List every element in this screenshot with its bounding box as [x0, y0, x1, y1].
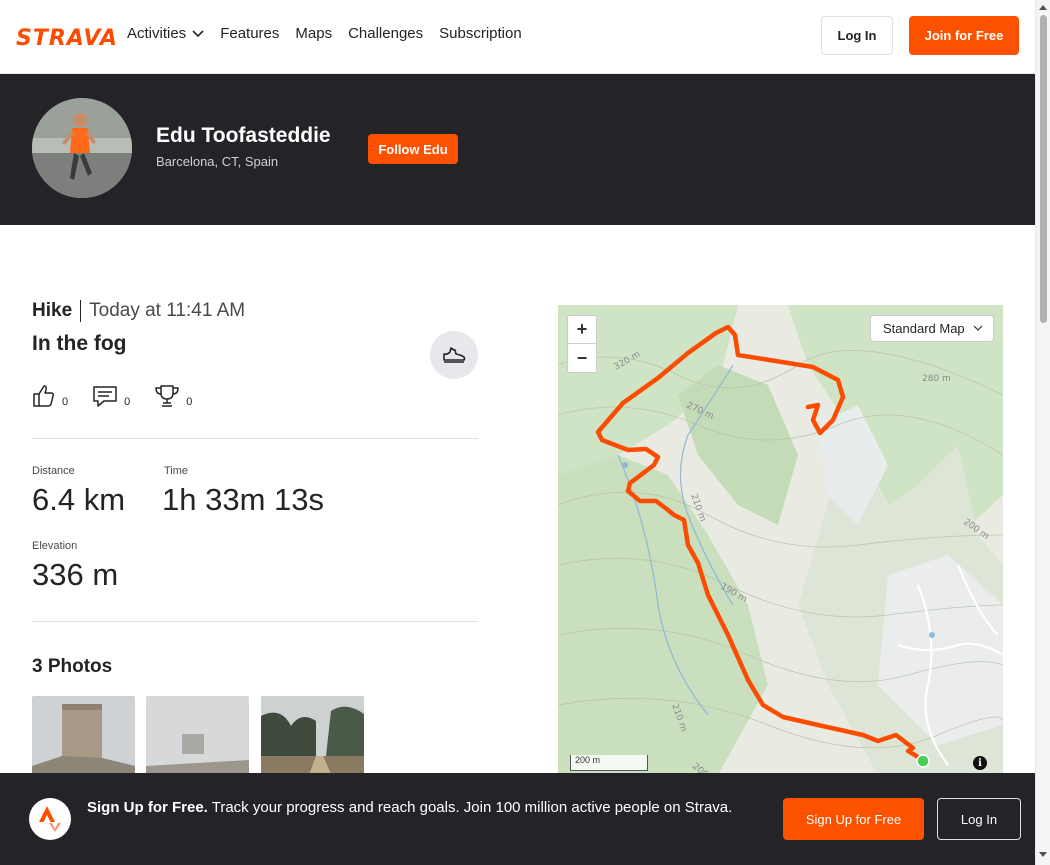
comments-action[interactable]: 0: [92, 384, 130, 408]
time-value: 1h 33m 13s: [162, 482, 324, 517]
scroll-up-arrow-icon[interactable]: [1039, 5, 1047, 10]
nav-links: Activities Features Maps Challenges Subs…: [127, 25, 522, 42]
follow-button[interactable]: Follow Edu: [368, 134, 458, 164]
athlete-name[interactable]: Edu Toofasteddie: [156, 124, 331, 148]
map-canvas: 320 m 270 m 280 m 210 m 190 m 210 m 200 …: [558, 305, 1003, 775]
map-style-select[interactable]: Standard Map: [870, 315, 994, 342]
signup-login-button[interactable]: Log In: [937, 798, 1021, 840]
join-button[interactable]: Join for Free: [909, 16, 1019, 55]
chevron-down-icon: [973, 325, 983, 331]
comment-icon: [93, 386, 117, 407]
strava-logo[interactable]: STRAVA: [16, 26, 118, 51]
nav-activities-label: Activities: [127, 25, 187, 42]
activity-title: In the fog: [32, 332, 127, 355]
map-scale: 200 m: [570, 755, 648, 771]
activity-type: Hike: [32, 300, 82, 322]
divider: [32, 621, 478, 622]
signup-button[interactable]: Sign Up for Free: [783, 798, 924, 840]
comments-count: 0: [124, 396, 131, 408]
achievements-action[interactable]: 0: [154, 384, 192, 408]
nav-subscription[interactable]: Subscription: [439, 25, 522, 42]
distance-label: Distance: [32, 465, 75, 477]
achievements-count: 0: [186, 396, 193, 408]
chevron-down-icon: [192, 29, 204, 37]
nav-challenges[interactable]: Challenges: [348, 25, 423, 42]
distance-value: 6.4 km: [32, 482, 126, 517]
scroll-thumb[interactable]: [1040, 15, 1047, 323]
nav-features[interactable]: Features: [220, 25, 279, 42]
social-actions: 0 0 0: [32, 384, 192, 408]
athlete-banner: Edu Toofasteddie Barcelona, CT, Spain Fo…: [0, 74, 1035, 225]
signup-message: Sign Up for Free. Track your progress an…: [87, 797, 757, 819]
zoom-controls: + −: [567, 315, 597, 373]
route-map[interactable]: 320 m 270 m 280 m 210 m 190 m 210 m 200 …: [558, 305, 1003, 775]
activity-meta: Hike Today at 11:41 AM: [32, 300, 245, 322]
map-style-label: Standard Map: [883, 321, 965, 336]
time-label: Time: [164, 465, 189, 477]
trophy-icon: [155, 385, 179, 407]
avatar[interactable]: [32, 98, 132, 198]
strava-mark-icon: [29, 798, 71, 840]
top-nav: STRAVA Activities Features Maps Challeng…: [0, 0, 1035, 74]
photos-title: 3 Photos: [32, 656, 113, 677]
kudos-count: 0: [62, 396, 69, 408]
zoom-out-button[interactable]: −: [568, 344, 596, 372]
info-icon[interactable]: i: [973, 756, 987, 770]
thumbs-up-icon: [33, 385, 55, 407]
contour-label: 280 m: [922, 374, 951, 384]
signup-body: Track your progress and reach goals. Joi…: [207, 799, 733, 816]
elevation-value: 336 m: [32, 557, 119, 592]
login-button[interactable]: Log In: [821, 16, 893, 55]
nav-maps[interactable]: Maps: [295, 25, 332, 42]
elevation-label: Elevation: [32, 540, 78, 552]
page-scrollbar[interactable]: [1035, 0, 1050, 865]
nav-activities[interactable]: Activities: [127, 25, 204, 42]
athlete-location: Barcelona, CT, Spain: [156, 154, 279, 169]
signup-bold: Sign Up for Free.: [87, 799, 208, 816]
divider: [32, 438, 478, 439]
scroll-down-arrow-icon[interactable]: [1039, 852, 1047, 857]
shoe-icon[interactable]: [430, 331, 478, 379]
activity-date: Today at 11:41 AM: [89, 300, 246, 321]
kudos-action[interactable]: 0: [32, 384, 68, 408]
zoom-in-button[interactable]: +: [568, 316, 596, 344]
signup-banner: Sign Up for Free. Track your progress an…: [0, 773, 1035, 865]
